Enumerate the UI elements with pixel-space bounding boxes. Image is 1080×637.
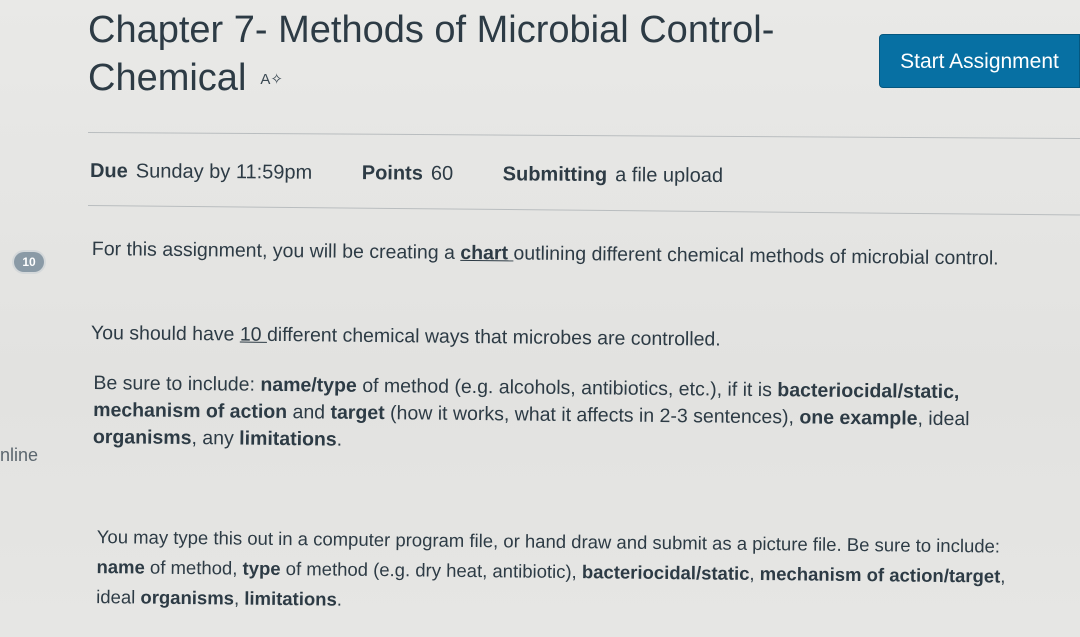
title-line-2-text: Chemical — [88, 57, 247, 99]
text: outlining different chemical methods of … — [513, 242, 999, 270]
bold-text: name — [96, 556, 145, 578]
text: different chemical ways that microbes ar… — [266, 323, 721, 351]
text: For this assignment, you will be creatin… — [91, 237, 461, 264]
translate-icon[interactable]: A✧ — [260, 56, 283, 104]
start-assignment-button[interactable]: Start Assignment — [879, 34, 1080, 88]
paragraph-requirements: Be sure to include: name/type of method … — [93, 370, 1044, 461]
bold-text: one example — [799, 406, 918, 430]
text: (how it works, what it affects in 2-3 se… — [384, 402, 800, 429]
assignment-description: For this assignment, you will be creatin… — [91, 236, 1052, 610]
submission-type: Submitting a file upload — [503, 163, 723, 187]
header-divider — [87, 132, 1080, 140]
text: , ideal — [917, 407, 970, 431]
text: . — [336, 428, 343, 451]
paragraph-submission: You may type this out in a computer prog… — [96, 522, 1037, 622]
due-label: Due — [89, 160, 128, 183]
text: , — [233, 587, 245, 609]
text: You should have — [90, 321, 241, 346]
submitting-label: Submitting — [502, 163, 608, 187]
text: , any — [191, 427, 240, 450]
text: of method (e.g. dry heat, antibiotic), — [280, 557, 582, 583]
bold-text: target — [330, 401, 385, 425]
bold-text: mechanism of action/target — [759, 563, 1001, 587]
paragraph-count: You should have 10 different chemical wa… — [91, 320, 1031, 357]
text: , — [749, 562, 760, 585]
bold-text: organisms — [140, 586, 235, 609]
text: of method (e.g. alcohols, antibiotics, e… — [356, 374, 778, 402]
chart-link[interactable]: chart — [460, 242, 513, 265]
count-underlined: 10 — [239, 323, 268, 346]
text: and — [287, 401, 331, 424]
text: of method, — [144, 556, 243, 579]
points: Points 60 — [362, 162, 454, 185]
due-value: Sunday by 11:59pm — [135, 160, 313, 184]
text: You may type this out in a computer prog… — [96, 526, 1001, 557]
text: . — [336, 588, 343, 610]
bold-text: name/type — [260, 373, 357, 397]
assignment-details: Due Sunday by 11:59pm Points 60 Submitting… — [90, 160, 767, 188]
course-nav-rail: 10 nline — [0, 0, 60, 637]
points-label: Points — [361, 162, 423, 185]
bold-text: bacteriocidal/static — [581, 561, 750, 584]
bold-text: organisms — [92, 426, 192, 450]
nav-item-online-partial[interactable]: nline — [0, 445, 38, 466]
assignment-page: 10 nline Chapter 7- Methods of Microbial… — [0, 0, 1080, 637]
bold-text: type — [242, 557, 281, 579]
text: Be sure to include: — [93, 372, 261, 396]
bold-text: limitations — [239, 427, 337, 451]
unread-count-badge[interactable]: 10 — [14, 252, 44, 272]
title-line-2: Chemical A✧ — [88, 54, 828, 104]
page-title: Chapter 7- Methods of Microbial Control-… — [88, 6, 828, 104]
details-divider — [87, 205, 1080, 216]
submitting-value: a file upload — [615, 164, 724, 187]
paragraph-intro: For this assignment, you will be creatin… — [92, 236, 1022, 273]
points-value: 60 — [430, 162, 454, 185]
bold-text: limitations — [244, 587, 337, 610]
due-date: Due Sunday by 11:59pm — [90, 160, 312, 184]
title-line-1: Chapter 7- Methods of Microbial Control- — [88, 9, 775, 51]
